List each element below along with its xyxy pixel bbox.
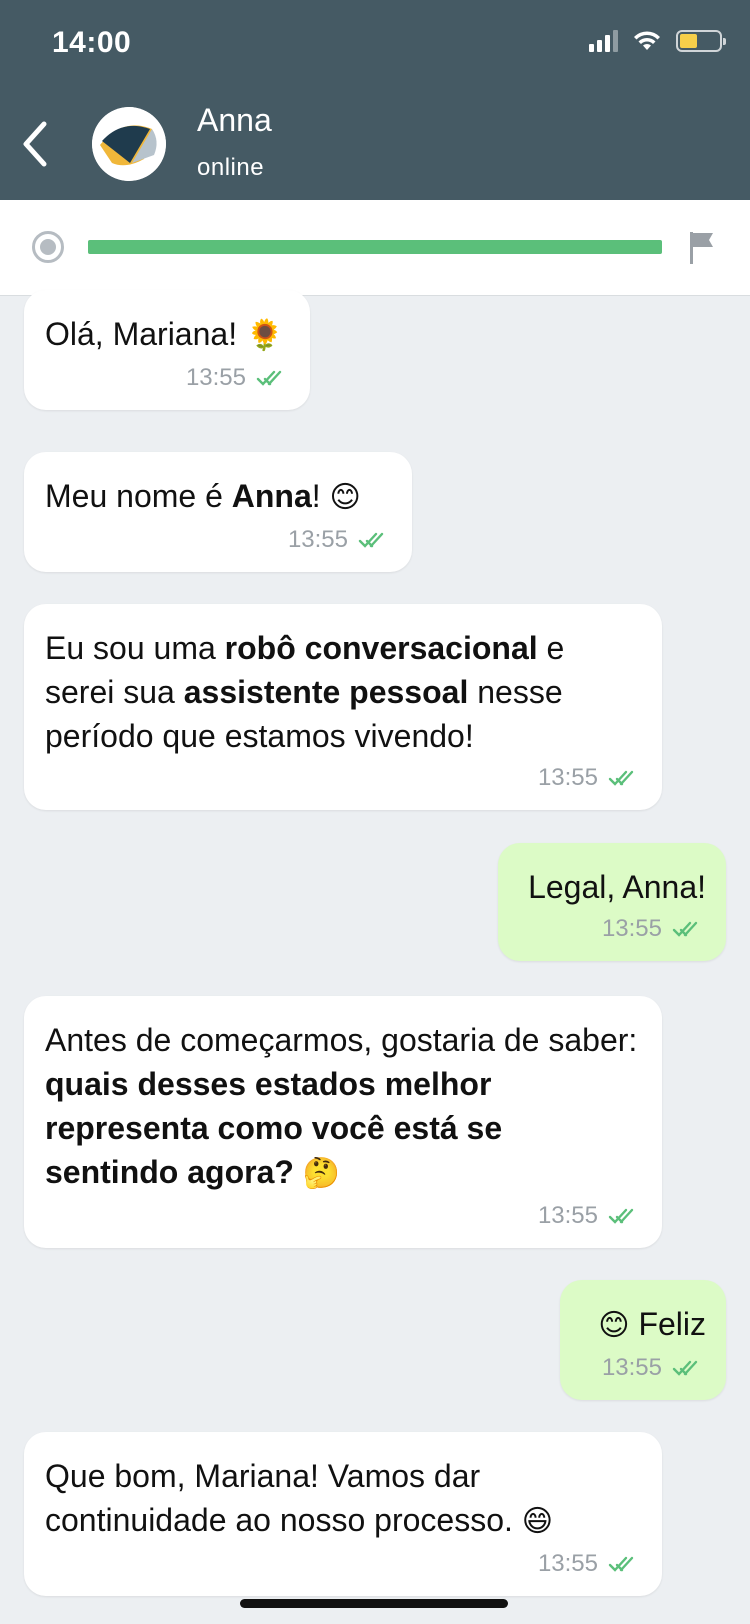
home-indicator[interactable]: [240, 1599, 508, 1608]
message-timestamp: 13:55: [537, 764, 598, 791]
message-text-part: Antes de começarmos, gostaria de saber:: [45, 1022, 638, 1058]
contact-avatar[interactable]: [92, 107, 166, 181]
message-bubble-incoming: Olá, Mariana! 🌻 13:55: [24, 290, 310, 410]
message-bubble-incoming: Antes de começarmos, gostaria de saber: …: [24, 996, 662, 1248]
double-check-icon: [608, 1556, 634, 1572]
message-text: Meu nome é Anna! 😊: [45, 474, 392, 520]
message-bubble-incoming: Que bom, Mariana! Vamos dar continuidade…: [24, 1432, 662, 1596]
message-text-part: Legal, Anna!: [528, 869, 706, 905]
message-text: Eu sou uma robô conversacional e serei s…: [45, 626, 642, 758]
progress-start-icon: [32, 231, 64, 263]
double-check-icon: [358, 532, 384, 548]
double-check-icon: [608, 770, 634, 786]
double-check-icon: [672, 1360, 698, 1376]
status-icons: [589, 30, 726, 52]
message-list[interactable]: Olá, Mariana! 🌻 13:55 Meu nome é Anna! 😊…: [0, 290, 750, 1624]
message-bubble-outgoing: 😊 Feliz 13:55: [560, 1280, 726, 1400]
message-text-bold: quais desses estados melhor representa c…: [45, 1066, 503, 1190]
message-bubble-incoming: Meu nome é Anna! 😊 13:55: [24, 452, 412, 572]
message-text-part: [294, 1154, 303, 1190]
message-bubble-outgoing: Legal, Anna! 13:55: [498, 843, 726, 961]
grin-emoji-icon: 😄: [521, 1504, 554, 1539]
message-timestamp: 13:55: [537, 1202, 598, 1229]
double-check-icon: [256, 370, 282, 386]
wifi-icon: [634, 31, 660, 50]
contact-name[interactable]: Anna: [197, 102, 272, 139]
contact-status: online: [197, 154, 265, 181]
message-text-bold: robô conversacional: [224, 630, 538, 666]
double-check-icon: [608, 1208, 634, 1224]
progress-track: [88, 240, 662, 254]
message-text-part: Meu nome é: [45, 478, 232, 514]
progress-fill: [88, 240, 662, 254]
message-text: 😊 Feliz: [581, 1302, 706, 1348]
avatar-logo-icon: [92, 107, 166, 181]
back-arrow-icon[interactable]: [16, 116, 56, 172]
thinking-emoji-icon: 🤔: [302, 1156, 341, 1191]
chat-header: 14:00 Anna online: [0, 0, 750, 200]
battery-icon: [676, 30, 726, 52]
smile-emoji-icon: 😊: [329, 480, 361, 515]
message-text-bold: assistente pessoal: [183, 674, 469, 710]
message-text-part: !: [311, 478, 330, 514]
message-text: Antes de começarmos, gostaria de saber: …: [45, 1018, 642, 1196]
message-text: Legal, Anna!: [519, 865, 706, 909]
status-time: 14:00: [52, 26, 132, 59]
message-timestamp: 13:55: [185, 364, 246, 391]
message-text: Olá, Mariana! 🌻: [45, 312, 290, 358]
sunflower-emoji-icon: 🌻: [245, 318, 284, 353]
message-text-part: Olá, Mariana!: [45, 316, 246, 352]
message-text-bold: Anna: [231, 478, 312, 514]
message-text-part: Que bom, Mariana! Vamos dar continuidade…: [45, 1458, 522, 1538]
message-text-part: Feliz: [629, 1306, 706, 1342]
message-text: Que bom, Mariana! Vamos dar continuidade…: [45, 1454, 642, 1544]
message-timestamp: 13:55: [537, 1550, 598, 1577]
double-check-icon: [672, 921, 698, 937]
message-timestamp: 13:55: [287, 526, 348, 553]
message-timestamp: 13:55: [601, 915, 662, 942]
message-bubble-incoming: Eu sou uma robô conversacional e serei s…: [24, 604, 662, 810]
finish-flag-icon: [690, 232, 713, 264]
conversation-progress: [0, 200, 750, 296]
cellular-signal-icon: [589, 30, 618, 52]
message-timestamp: 13:55: [601, 1354, 662, 1381]
message-text-part: Eu sou uma: [45, 630, 225, 666]
smile-emoji-icon: 😊: [598, 1308, 630, 1343]
